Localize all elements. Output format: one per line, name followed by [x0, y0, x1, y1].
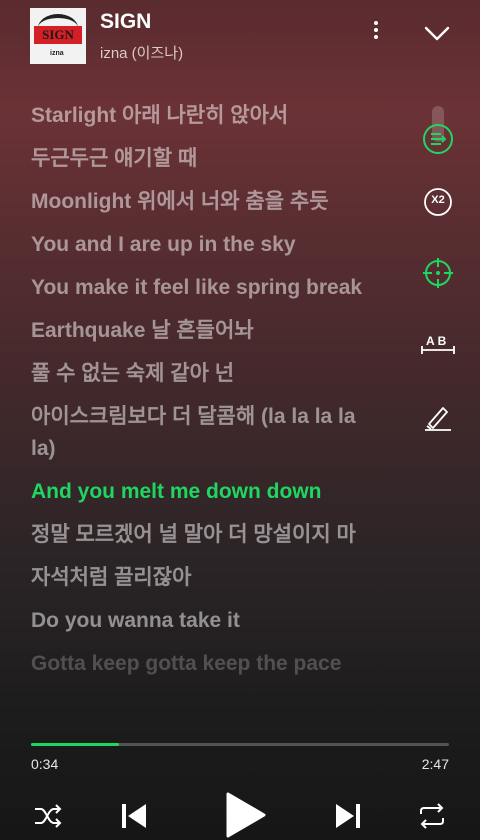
- lyric-line[interactable]: You make it feel like spring break: [31, 272, 381, 304]
- album-art-title: SIGN: [42, 27, 74, 42]
- highlight-pen-icon[interactable]: [418, 397, 458, 437]
- speed-label: X2: [431, 194, 445, 206]
- lyric-line[interactable]: Do you wanna take it: [31, 605, 381, 637]
- more-vertical-icon[interactable]: [366, 18, 386, 48]
- progress-bar[interactable]: [31, 743, 449, 746]
- ab-label: AB: [426, 334, 450, 348]
- lyric-line[interactable]: 두근두근 얘기할 때: [31, 143, 381, 175]
- lyrics-sync-icon[interactable]: [418, 119, 458, 159]
- progress-fill: [31, 743, 119, 746]
- crosshair-icon[interactable]: [418, 253, 458, 293]
- current-time: 0:34: [31, 756, 59, 772]
- ab-repeat-icon[interactable]: AB: [418, 324, 458, 364]
- lyric-line[interactable]: 자석처럼 끌리잖아: [31, 562, 381, 594]
- track-title: SIGN: [100, 10, 152, 33]
- lyric-line[interactable]: 정말 모르겠어 널 말아 더 망설이지 마: [31, 519, 381, 551]
- speed-icon[interactable]: X2: [418, 182, 458, 222]
- shuffle-icon[interactable]: [30, 798, 66, 834]
- previous-icon[interactable]: [116, 798, 152, 834]
- lyric-line[interactable]: Gotta keep gotta keep the pace: [31, 648, 381, 680]
- track-artist[interactable]: izna (이즈나): [100, 42, 183, 63]
- next-icon[interactable]: [330, 798, 366, 834]
- repeat-icon[interactable]: [414, 798, 450, 834]
- album-art-band: SIGN: [34, 26, 82, 44]
- total-time: 2:47: [421, 756, 449, 772]
- now-playing-header: SIGN izna SIGN izna (이즈나): [0, 0, 480, 80]
- lyrics-list: Starlight 아래 나란히 앉아서두근두근 얘기할 때 Moonlight …: [31, 100, 381, 691]
- lyric-line[interactable]: 아이스크림보다 더 달콤해 (la la la la la): [31, 401, 381, 465]
- lyric-line[interactable]: Earthquake 날 흔들어놔: [31, 315, 381, 347]
- lyric-line[interactable]: Moonlight 위에서 너와 춤을 추듯: [31, 186, 381, 218]
- lyric-line[interactable]: 풀 수 없는 숙제 같아 넌: [31, 358, 381, 390]
- play-icon[interactable]: [220, 790, 268, 840]
- lyric-line[interactable]: You and I are up in the sky: [31, 229, 381, 261]
- chevron-down-icon[interactable]: [422, 20, 452, 46]
- album-art-caption: izna: [50, 50, 64, 57]
- lyric-line[interactable]: Starlight 아래 나란히 앉아서: [31, 100, 381, 132]
- album-art[interactable]: SIGN izna: [30, 8, 86, 64]
- lyric-line-active[interactable]: And you melt me down down: [31, 476, 381, 508]
